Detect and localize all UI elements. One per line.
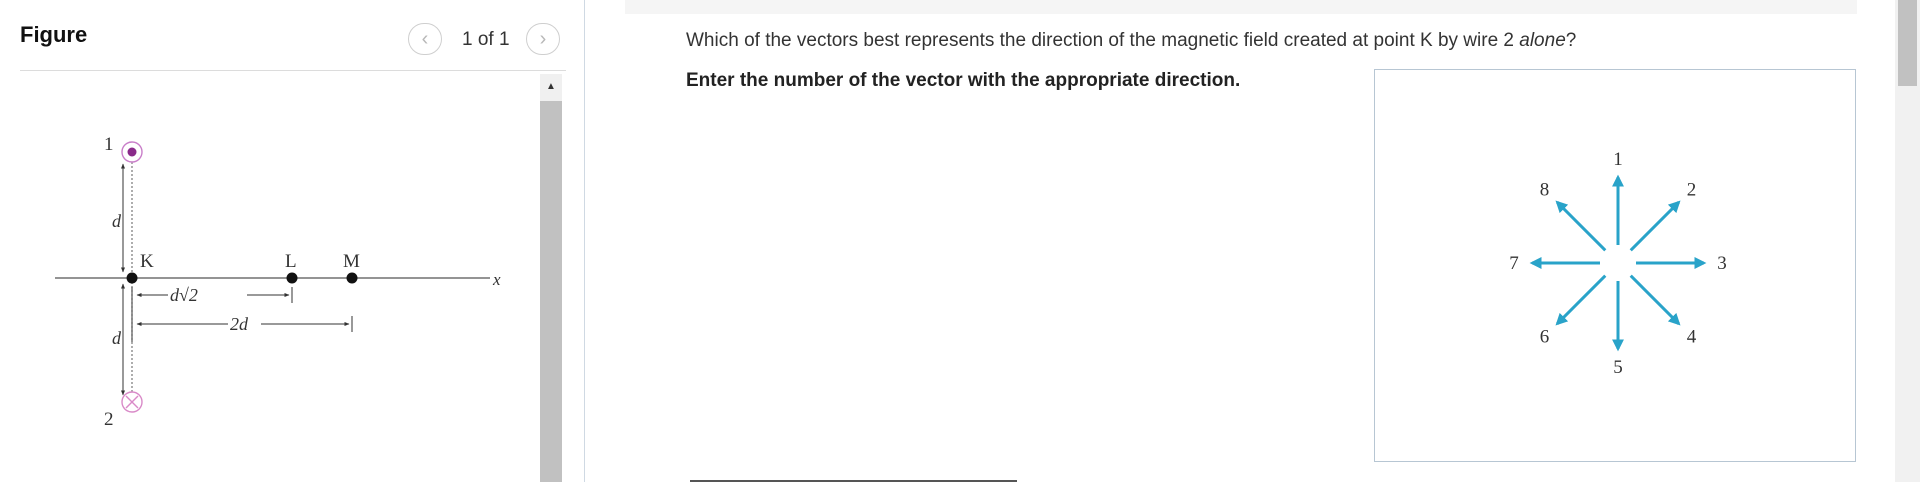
x-axis-label: x [492, 270, 501, 289]
2d-label: 2d [230, 314, 249, 334]
point-k-label: K [140, 251, 154, 272]
figure-scrollbar-thumb[interactable] [540, 101, 562, 482]
page-scrollbar[interactable] [1895, 0, 1920, 482]
point-l-dot [286, 272, 298, 284]
point-k-dot [126, 272, 138, 284]
vector-arrow-4 [1629, 274, 1681, 326]
vector-label-5: 5 [1613, 357, 1623, 378]
vector-label-4: 4 [1687, 327, 1697, 348]
vector-arrow-6 [1555, 274, 1607, 326]
page-scrollbar-thumb[interactable] [1898, 0, 1917, 86]
vector-arrow-8 [1555, 200, 1607, 252]
point-m-label: M [343, 251, 360, 272]
d-bottom-label: d [112, 328, 122, 348]
vector-label-6: 6 [1540, 327, 1550, 348]
vector-label-3: 3 [1717, 253, 1727, 274]
point-l-label: L [285, 251, 297, 272]
chevron-right-icon: › [539, 27, 547, 50]
d-top-label: d [112, 211, 122, 231]
vector-label-7: 7 [1509, 253, 1519, 274]
vector-diagram-box: 1 2 3 4 5 6 7 8 [1374, 69, 1856, 462]
figure-divider [20, 70, 566, 71]
scroll-up-arrow-icon[interactable]: ▲ [540, 76, 562, 96]
wire-1-out-of-page [121, 141, 143, 163]
vector-compass-diagram: 1 2 3 4 5 6 7 8 [1509, 149, 1727, 378]
question-emphasis: alone [1519, 30, 1566, 51]
wire-2-label: 2 [104, 409, 114, 430]
question-instruction: Enter the number of the vector with the … [686, 70, 1241, 91]
wire-1-label: 1 [104, 134, 114, 155]
vector-arrow-2 [1629, 200, 1681, 252]
d-root2-label: d√2 [170, 285, 198, 305]
vector-label-2: 2 [1687, 179, 1697, 200]
vector-label-1: 1 [1613, 149, 1623, 170]
question-panel: Which of the vectors best represents the… [585, 0, 1895, 482]
figure-scrollbar[interactable]: ▲ [540, 74, 562, 482]
chevron-left-icon: ‹ [421, 27, 429, 50]
vector-label-8: 8 [1540, 179, 1550, 200]
wire-diagram: x d d 1 2 K L M d√2 2d [55, 134, 501, 430]
figure-panel: Figure ‹ 1 of 1 › x d d 1 2 K L M d√2 2d… [0, 0, 584, 482]
question-text: Which of the vectors best represents the… [686, 30, 1577, 51]
wire-2-into-page [121, 391, 143, 413]
point-m-dot [346, 272, 358, 284]
previous-figure-button[interactable]: ‹ [408, 23, 442, 55]
vector-arrows: 1 2 3 4 5 6 7 8 [1509, 149, 1727, 378]
figure-title: Figure [20, 22, 88, 47]
question-header-strip [625, 0, 1857, 14]
figure-pager-text: 1 of 1 [462, 29, 510, 50]
next-figure-button[interactable]: › [526, 23, 560, 55]
